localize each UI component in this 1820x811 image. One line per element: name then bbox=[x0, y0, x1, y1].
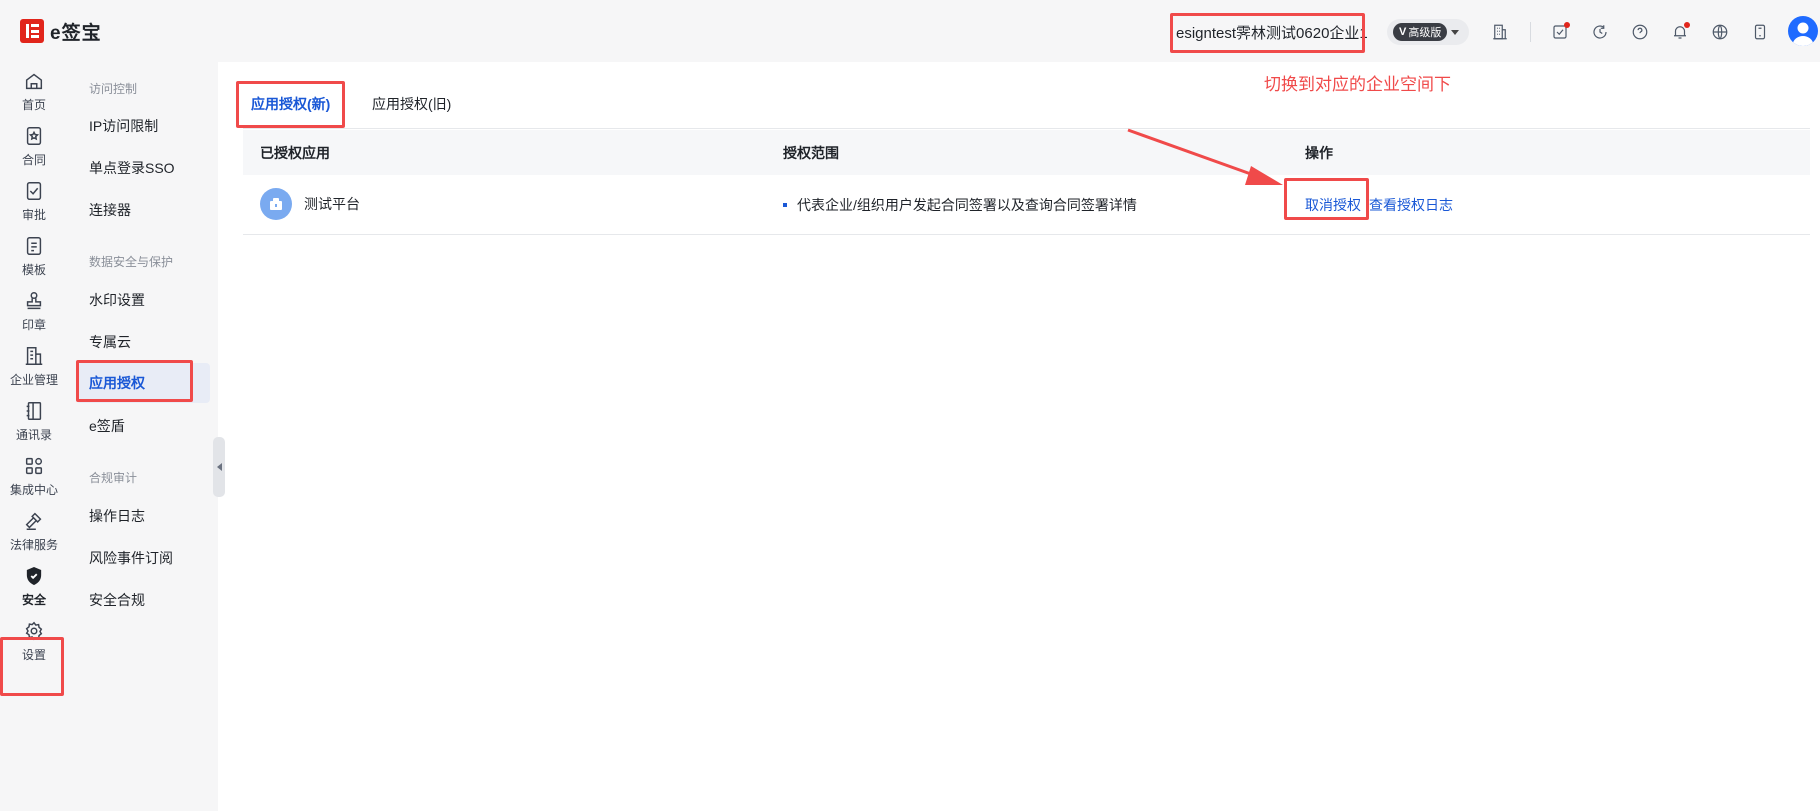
secondary-nav: 访问控制 IP访问限制 单点登录SSO 连接器 数据安全与保护 水印设置 专属云… bbox=[68, 62, 218, 811]
brand-name: e签宝 bbox=[50, 22, 102, 44]
contract-icon bbox=[26, 126, 42, 145]
rail-item-label: 模板 bbox=[21, 262, 46, 277]
subnav-item-risk-subscription[interactable]: 风险事件订阅 bbox=[89, 548, 173, 568]
annotation-highlight-subnav bbox=[76, 360, 193, 402]
annotation-highlight-org bbox=[1170, 13, 1365, 53]
rail-item-home[interactable]: 首页 bbox=[0, 62, 68, 120]
brand-logo-mark-icon bbox=[20, 19, 44, 43]
table-header: 已授权应用 授权范围 操作 bbox=[243, 130, 1810, 175]
rail-item-label: 企业管理 bbox=[9, 372, 58, 387]
subnav-item-private-cloud[interactable]: 专属云 bbox=[89, 332, 131, 352]
rail-item-contacts[interactable]: 通讯录 bbox=[0, 392, 68, 450]
scope-text: 代表企业/组织用户发起合同签署以及查询合同签署详情 bbox=[797, 197, 1137, 213]
annotation-highlight-rail bbox=[0, 637, 64, 696]
app-icon bbox=[260, 188, 292, 220]
rail-item-security[interactable]: 安全 bbox=[0, 557, 68, 615]
rail-item-label: 合同 bbox=[21, 152, 46, 167]
mobile-icon[interactable] bbox=[1748, 20, 1772, 44]
subnav-group-title: 合规审计 bbox=[89, 471, 138, 485]
enterprise-icon bbox=[25, 346, 43, 365]
version-badge[interactable]: V 高级版 bbox=[1387, 19, 1470, 45]
contacts-icon bbox=[26, 401, 42, 420]
bullet-icon bbox=[783, 203, 787, 207]
subnav-item-compliance[interactable]: 安全合规 bbox=[89, 590, 145, 610]
table-row: 测试平台 代表企业/组织用户发起合同签署以及查询合同签署详情 取消授权 查看授权… bbox=[243, 175, 1810, 235]
shield-icon bbox=[26, 566, 42, 585]
subnav-item-connector[interactable]: 连接器 bbox=[89, 200, 131, 220]
column-header: 操作 bbox=[1305, 144, 1333, 161]
chevron-down-icon bbox=[1451, 29, 1460, 35]
rail-item-label: 安全 bbox=[21, 592, 46, 607]
rail-item-approval[interactable]: 审批 bbox=[0, 172, 68, 230]
approval-icon bbox=[26, 181, 42, 200]
column-header: 授权范围 bbox=[783, 144, 839, 161]
column-header: 已授权应用 bbox=[260, 144, 330, 161]
chevron-left-icon bbox=[216, 463, 222, 471]
annotation-highlight-tab bbox=[236, 81, 345, 128]
notification-dot bbox=[1684, 22, 1690, 28]
subnav-item-sso[interactable]: 单点登录SSO bbox=[89, 158, 175, 178]
authorized-apps-table: 已授权应用 授权范围 操作 测试平台 代表企业/组织用户发起合同签署以及查询合同… bbox=[243, 130, 1810, 235]
template-icon bbox=[26, 236, 42, 255]
legal-icon bbox=[25, 512, 42, 530]
annotation-highlight-revoke bbox=[1284, 178, 1369, 220]
home-icon bbox=[25, 73, 43, 89]
rail-item-label: 印章 bbox=[21, 317, 46, 332]
subnav-item-e-shield[interactable]: e签盾 bbox=[89, 416, 125, 436]
rail-item-label: 集成中心 bbox=[9, 482, 58, 497]
avatar[interactable] bbox=[1788, 16, 1818, 46]
rail-item-label: 审批 bbox=[21, 207, 46, 222]
subnav-item-watermark[interactable]: 水印设置 bbox=[89, 290, 145, 310]
subnav-group-title: 数据安全与保护 bbox=[89, 255, 174, 269]
notification-dot bbox=[1564, 22, 1570, 28]
bell-icon[interactable] bbox=[1668, 20, 1692, 44]
rail-item-integration[interactable]: 集成中心 bbox=[0, 447, 68, 505]
app-name: 测试平台 bbox=[304, 196, 360, 212]
tab-divider bbox=[243, 128, 1810, 129]
todo-icon[interactable] bbox=[1548, 20, 1572, 44]
annotation-note: 切换到对应的企业空间下 bbox=[1264, 75, 1451, 94]
brand-logo[interactable]: e签宝 bbox=[20, 18, 102, 44]
main-nav-rail: 首页 合同 审批 模板 印章 企业管理 通讯录 集成中心 法律服务 安全 设置 bbox=[0, 62, 68, 811]
refresh-icon[interactable] bbox=[1588, 20, 1612, 44]
rail-item-label: 首页 bbox=[21, 97, 46, 112]
globe-icon[interactable] bbox=[1708, 20, 1732, 44]
app-cell: 测试平台 bbox=[260, 188, 360, 220]
help-icon[interactable] bbox=[1628, 20, 1652, 44]
rail-item-seal[interactable]: 印章 bbox=[0, 282, 68, 340]
subnav-item-operation-log[interactable]: 操作日志 bbox=[89, 506, 145, 526]
subnav-item-ip-restriction[interactable]: IP访问限制 bbox=[89, 116, 158, 136]
integration-icon bbox=[25, 457, 43, 474]
building-icon[interactable] bbox=[1488, 20, 1512, 44]
rail-item-template[interactable]: 模板 bbox=[0, 227, 68, 285]
rail-item-contract[interactable]: 合同 bbox=[0, 117, 68, 175]
view-authorization-log-link[interactable]: 查看授权日志 bbox=[1369, 195, 1453, 215]
rail-item-legal[interactable]: 法律服务 bbox=[0, 502, 68, 560]
rail-item-label: 通讯录 bbox=[15, 427, 52, 442]
rail-item-label: 法律服务 bbox=[9, 537, 58, 552]
rail-item-enterprise[interactable]: 企业管理 bbox=[0, 337, 68, 395]
version-badge-label: V 高级版 bbox=[1393, 23, 1448, 41]
subnav-group-title: 访问控制 bbox=[89, 82, 138, 96]
collapse-sidebar-handle[interactable] bbox=[213, 437, 225, 497]
scope-cell: 代表企业/组织用户发起合同签署以及查询合同签署详情 bbox=[783, 175, 1137, 235]
top-header: e签宝 esigntest霁林测试0620企业1 V 高级版 bbox=[0, 0, 1820, 62]
header-divider bbox=[1530, 22, 1531, 42]
seal-icon bbox=[26, 291, 42, 309]
tab-app-authorization-old[interactable]: 应用授权(旧) bbox=[372, 80, 451, 128]
